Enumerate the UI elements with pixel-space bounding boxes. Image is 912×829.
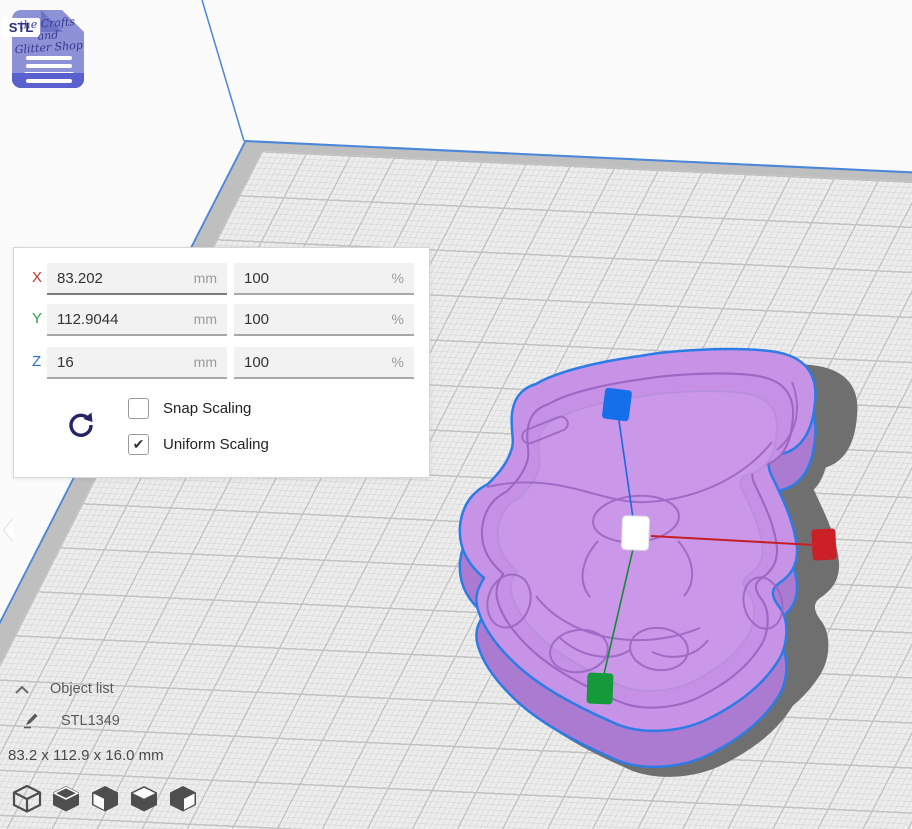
text-line-bar xyxy=(26,79,72,83)
uniform-scaling-row: ✔ Uniform Scaling xyxy=(128,434,269,455)
y-percent-unit: % xyxy=(392,311,404,327)
scale-row-x: X 83.202 mm 100 % xyxy=(14,263,429,293)
z-size-unit: mm xyxy=(194,354,217,370)
x-percent-unit: % xyxy=(392,270,404,286)
x-percent-input[interactable]: 100 % xyxy=(234,263,414,295)
view-toolbar xyxy=(12,783,198,813)
right-view-button[interactable] xyxy=(129,783,159,813)
shop-watermark: the Crafts and Glitter Shop xyxy=(7,15,89,56)
scale-row-y: Y 112.9044 mm 100 % xyxy=(14,304,429,334)
left-view-button[interactable] xyxy=(90,783,120,813)
z-percent-unit: % xyxy=(392,354,404,370)
x-size-value: 83.202 xyxy=(57,270,103,287)
text-line-bar xyxy=(26,64,72,68)
z-percent-value: 100 xyxy=(244,354,269,371)
chevron-up-icon xyxy=(14,685,30,694)
x-percent-value: 100 xyxy=(244,270,269,287)
model-dimensions-label: 83.2 x 112.9 x 16.0 mm xyxy=(8,747,164,764)
left-view-icon xyxy=(90,784,120,813)
solid-view-icon xyxy=(51,784,81,813)
scale-row-z: Z 16 mm 100 % xyxy=(14,347,429,377)
y-percent-input[interactable]: 100 % xyxy=(234,304,414,336)
snap-scaling-label: Snap Scaling xyxy=(163,400,251,417)
solid-view-button[interactable] xyxy=(51,783,81,813)
top-view-button[interactable] xyxy=(168,783,198,813)
uniform-scaling-checkbox[interactable]: ✔ xyxy=(128,434,149,455)
axis-y-label: Y xyxy=(32,310,42,327)
axis-z-label: Z xyxy=(32,353,41,370)
scale-handle-x[interactable] xyxy=(811,528,837,560)
snap-scaling-row: Snap Scaling xyxy=(128,398,251,419)
x-size-unit: mm xyxy=(194,270,217,286)
scale-tool-panel: X 83.202 mm 100 % Y 112.9044 mm 100 % Z xyxy=(13,247,430,478)
x-size-input[interactable]: 83.202 mm xyxy=(47,263,227,295)
pencil-icon xyxy=(22,712,39,729)
perspective-view-icon xyxy=(12,784,42,813)
text-line-bar xyxy=(26,56,72,60)
perspective-view-button[interactable] xyxy=(12,783,42,813)
scale-handle-z[interactable] xyxy=(602,387,633,421)
uniform-scaling-label: Uniform Scaling xyxy=(163,436,269,453)
axis-x-label: X xyxy=(32,269,42,286)
snap-scaling-checkbox[interactable] xyxy=(128,398,149,419)
z-size-value: 16 xyxy=(57,354,74,371)
viewport-3d[interactable]: STL the Crafts and Glitter Shop X 83.202… xyxy=(0,0,912,829)
z-size-input[interactable]: 16 mm xyxy=(47,347,227,379)
right-view-icon xyxy=(129,784,159,813)
object-list-header[interactable]: Object list xyxy=(14,681,114,697)
reset-scale-button[interactable] xyxy=(66,410,96,440)
scale-handle-center[interactable] xyxy=(621,516,649,551)
y-size-unit: mm xyxy=(194,311,217,327)
y-percent-value: 100 xyxy=(244,311,269,328)
model-gnome-mold[interactable] xyxy=(460,349,816,767)
z-percent-input[interactable]: 100 % xyxy=(234,347,414,379)
object-list-item[interactable]: STL1349 xyxy=(22,712,120,729)
y-size-input[interactable]: 112.9044 mm xyxy=(47,304,227,336)
plate-corner-axis-line xyxy=(202,0,244,141)
stl-file-icon: STL the Crafts and Glitter Shop xyxy=(6,4,90,92)
reset-icon xyxy=(66,410,96,440)
scale-handle-y[interactable] xyxy=(586,673,613,705)
object-list-title: Object list xyxy=(50,681,114,697)
top-view-icon xyxy=(168,784,198,813)
panel-pointer xyxy=(4,518,14,542)
y-size-value: 112.9044 xyxy=(57,311,118,328)
object-name: STL1349 xyxy=(61,713,120,729)
